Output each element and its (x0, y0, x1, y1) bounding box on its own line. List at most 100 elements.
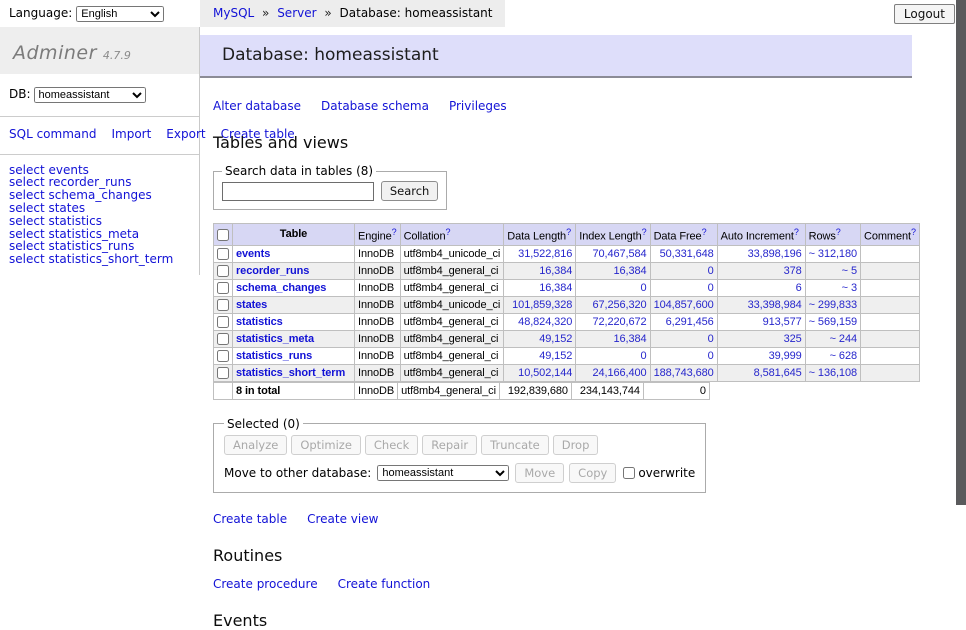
rows-estimate-cell: ~ 628 (805, 347, 860, 364)
column-help-link[interactable]: ? (566, 227, 571, 237)
data-free-cell: 6,291,456 (650, 313, 717, 330)
sidebar-action-links: SQL commandImportExportCreate table (0, 117, 199, 155)
table-name-cell: schema_changes (233, 279, 355, 296)
comment-cell (860, 262, 919, 279)
move-button[interactable]: Move (515, 463, 564, 483)
comment-cell (860, 245, 919, 262)
action-link-privileges[interactable]: Privileges (449, 99, 507, 113)
data-length-cell: 16,384 (504, 262, 576, 279)
table-row: eventsInnoDButf8mb4_unicode_ci31,522,816… (214, 245, 920, 262)
breadcrumb-item: Database: homeassistant (340, 6, 493, 20)
search-input[interactable] (222, 182, 374, 201)
table-select-links: select eventsselect recorder_runsselect … (0, 155, 199, 275)
overwrite-option[interactable]: overwrite (623, 466, 695, 480)
table-name-cell: statistics_meta (233, 330, 355, 347)
row-checkbox[interactable] (217, 299, 229, 311)
column-header-comment: Comment? (860, 224, 919, 246)
table-name-cell: statistics_short_term (233, 364, 355, 381)
table-link[interactable]: statistics_runs (236, 350, 312, 362)
optimize-button[interactable]: Optimize (291, 435, 361, 455)
sidebar-item-select-statistics_short_term[interactable]: select statistics_short_term (9, 253, 190, 266)
scrollbar-thumb[interactable] (956, 0, 966, 505)
overwrite-checkbox[interactable] (623, 467, 635, 479)
db-select[interactable]: homeassistant (34, 87, 146, 103)
data-length-cell: 49,152 (504, 347, 576, 364)
link-create-view[interactable]: Create view (307, 512, 378, 526)
table-name-cell: statistics (233, 313, 355, 330)
scrollbar-track[interactable] (956, 0, 966, 543)
logout-button[interactable]: Logout (894, 4, 955, 24)
table-link[interactable]: statistics (236, 316, 283, 328)
select-all-checkbox[interactable] (217, 229, 229, 241)
column-header-collation: Collation? (400, 224, 504, 246)
engine-cell: InnoDB (355, 364, 401, 381)
selected-legend: Selected (0) (224, 417, 303, 431)
analyze-button[interactable]: Analyze (224, 435, 287, 455)
row-checkbox[interactable] (217, 282, 229, 294)
move-row: Move to other database: homeassistant Mo… (224, 463, 695, 483)
action-link-database-schema[interactable]: Database schema (321, 99, 429, 113)
column-help-link[interactable]: ? (702, 227, 707, 237)
search-button[interactable]: Search (381, 181, 439, 201)
index-length-cell: 16,384 (576, 262, 650, 279)
comment-cell (860, 364, 919, 381)
repair-button[interactable]: Repair (422, 435, 477, 455)
total-data-length: 192,839,680 (499, 382, 571, 399)
create-links: Create table Create view (213, 512, 956, 526)
drop-button[interactable]: Drop (553, 435, 599, 455)
collation-cell: utf8mb4_general_ci (400, 364, 504, 381)
link-create-procedure[interactable]: Create procedure (213, 577, 318, 591)
comment-cell (860, 313, 919, 330)
breadcrumb-separator: » (258, 6, 273, 20)
row-checkbox[interactable] (217, 316, 229, 328)
engine-cell: InnoDB (355, 296, 401, 313)
column-help-link[interactable]: ? (911, 227, 916, 237)
engine-cell: InnoDB (355, 279, 401, 296)
tables-overview-table: TableEngine?Collation?Data Length?Index … (213, 223, 920, 382)
table-link[interactable]: states (236, 299, 267, 311)
comment-cell (860, 347, 919, 364)
routines-title: Routines (213, 546, 956, 565)
total-engine: InnoDB (355, 382, 398, 399)
link-create-function[interactable]: Create function (338, 577, 431, 591)
index-length-cell: 0 (576, 347, 650, 364)
table-link[interactable]: events (236, 248, 270, 260)
row-checkbox[interactable] (217, 367, 229, 379)
column-help-link[interactable]: ? (392, 227, 397, 237)
language-select[interactable]: English (76, 6, 164, 22)
sidebar: Language:English Adminer4.7.9 DB:homeass… (0, 0, 200, 275)
table-row: statistics_metaInnoDButf8mb4_general_ci4… (214, 330, 920, 347)
column-help-link[interactable]: ? (642, 227, 647, 237)
selected-buttons-row: AnalyzeOptimizeCheckRepairTruncateDrop (224, 435, 695, 455)
check-button[interactable]: Check (365, 435, 418, 455)
page-title: Database: homeassistant (200, 35, 912, 78)
totals-table: 8 in total InnoDB utf8mb4_general_ci 192… (213, 382, 710, 400)
row-checkbox[interactable] (217, 333, 229, 345)
sidebar-link-sql-command[interactable]: SQL command (9, 127, 96, 141)
total-collation: utf8mb4_general_ci (398, 382, 500, 399)
column-help-link[interactable]: ? (836, 227, 841, 237)
column-help-link[interactable]: ? (445, 227, 450, 237)
sidebar-item-select-states[interactable]: select states (9, 202, 190, 215)
action-link-alter-database[interactable]: Alter database (213, 99, 301, 113)
table-link[interactable]: schema_changes (236, 282, 326, 294)
table-link[interactable]: recorder_runs (236, 265, 309, 277)
table-link[interactable]: statistics_short_term (236, 367, 345, 379)
row-checkbox[interactable] (217, 350, 229, 362)
breadcrumb-item[interactable]: Server (277, 6, 316, 20)
move-db-select[interactable]: homeassistant (377, 465, 509, 481)
row-checkbox[interactable] (217, 248, 229, 260)
copy-button[interactable]: Copy (569, 463, 616, 483)
column-help-link[interactable]: ? (794, 227, 799, 237)
row-checkbox[interactable] (217, 265, 229, 277)
breadcrumb-item[interactable]: MySQL (213, 6, 254, 20)
table-link[interactable]: statistics_meta (236, 333, 314, 345)
truncate-button[interactable]: Truncate (481, 435, 549, 455)
sidebar-link-import[interactable]: Import (111, 127, 151, 141)
data-length-cell: 49,152 (504, 330, 576, 347)
engine-cell: InnoDB (355, 262, 401, 279)
sidebar-item-select-statistics[interactable]: select statistics (9, 215, 190, 228)
row-checkbox-cell (214, 330, 233, 347)
link-create-table[interactable]: Create table (213, 512, 287, 526)
table-row: statistics_runsInnoDButf8mb4_general_ci4… (214, 347, 920, 364)
